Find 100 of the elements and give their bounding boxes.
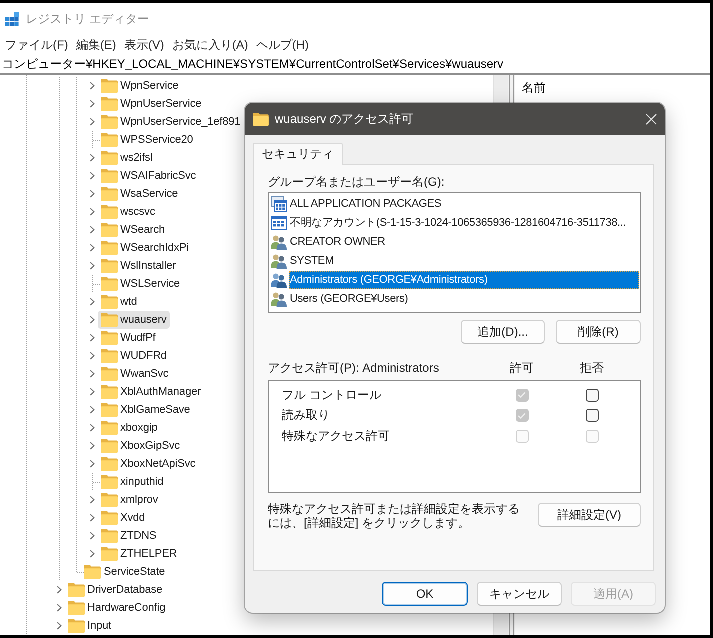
chevron-icon[interactable] [90,334,95,342]
chevron-icon[interactable] [90,154,95,162]
folder-icon [100,79,118,93]
tree-item[interactable]: WpnUserService [98,95,205,113]
tab[interactable]: セキュリティ [253,143,343,165]
list-action-button[interactable]: 削除(R) [556,320,641,344]
chevron-icon[interactable] [90,388,95,396]
checkbox[interactable] [586,388,598,402]
chevron-icon[interactable] [90,370,95,378]
users-icon [271,252,287,268]
chevron-icon[interactable] [90,226,95,234]
folder-icon [100,223,118,237]
dialog-button[interactable]: OK [382,582,468,606]
folder-icon [253,112,269,126]
tree-item[interactable]: ws2ifsl [98,149,156,167]
window-title: レジストリ エディター [26,10,150,28]
menu-item[interactable]: お気に入り(A) [172,35,248,55]
chevron-icon[interactable] [90,514,95,522]
list-item[interactable]: CREATOR OWNER [289,232,639,250]
tree-item[interactable]: ZTHELPER [98,545,180,563]
folder-icon [100,475,118,489]
permission-name: フル コントロール [282,386,382,404]
chevron-icon[interactable] [90,244,95,252]
tree-item[interactable]: wscsvc [98,203,158,221]
folder-icon [100,97,118,111]
permissions-label: アクセス許可(P): Administrators [268,361,440,375]
chevron-icon[interactable] [90,82,95,90]
chevron-icon[interactable] [90,208,95,216]
menu-item[interactable]: ヘルプ(H) [256,35,309,55]
tree-item[interactable]: XboxNetApiSvc [98,455,199,473]
chevron-icon[interactable] [56,622,62,630]
tree-item[interactable]: WSearch [98,221,168,239]
tree-item[interactable]: WpnUserService_1ef891 [98,113,244,131]
list-item[interactable]: 不明なアカウント(S-1-15-3-1024-1065365936-1281604716-3511738... [289,214,639,232]
close-icon [646,114,656,124]
chevron-icon[interactable] [90,100,95,108]
list-item[interactable]: Users (GEORGE¥Users) [289,290,639,308]
folder-icon [100,421,118,435]
chevron-icon[interactable] [90,190,95,198]
tree-item[interactable]: XblGameSave [98,401,194,419]
user-list[interactable]: ALL APPLICATION PACKAGES 不明なアカウント(S-1-15-3-1024-1065365936-1281604716-3511738... CREATOR OWNER SYSTEM Administrators (GEORGE¥Administrators) Users (GEORGE¥Users) [268,192,641,313]
tree-item[interactable]: XboxGipSvc [98,437,184,455]
tree-item[interactable]: WsaService [98,185,182,203]
tree-item[interactable]: ServiceState [81,563,168,581]
chevron-icon[interactable] [90,298,95,306]
chevron-icon[interactable] [56,586,62,594]
tree-item[interactable]: WSAIFabricSvc [98,167,200,185]
folder-icon [100,133,118,147]
chevron-icon[interactable] [56,604,62,612]
chevron-icon[interactable] [90,316,95,324]
chevron-icon[interactable] [90,442,95,450]
tree-item[interactable]: XblAuthManager [98,383,204,401]
advanced-button[interactable]: 詳細設定(V) [538,503,641,527]
chevron-icon[interactable] [90,550,95,558]
tree-item[interactable]: WudfPf [98,329,159,347]
menu-item[interactable]: 表示(V) [124,35,164,55]
tree-item[interactable]: WpnService [98,77,182,95]
tree-item[interactable]: DriverDatabase [64,581,166,599]
tree-item[interactable]: wuauserv [98,311,170,329]
dialog-button[interactable]: キャンセル [477,582,562,606]
chevron-icon[interactable] [90,424,95,432]
chevron-icon[interactable] [90,172,95,180]
tree-item[interactable]: HardwareConfig [64,599,169,617]
hint-text: 特殊なアクセス許可または詳細設定を表示するには、[詳細設定] をクリックします。 [268,503,521,530]
tree-item[interactable]: WSearchIdxPi [98,239,192,257]
folder-icon [100,205,118,219]
checkbox[interactable] [586,409,598,422]
folder-icon [100,403,118,417]
folder-icon [100,313,118,327]
folder-icon [100,349,118,363]
menu-item[interactable]: ファイル(F) [5,35,68,55]
tree-item[interactable]: wtd [98,293,140,311]
folder-icon [100,187,118,201]
permission-list[interactable]: フル コントロール 読み取り 特殊なアクセス許可 [268,380,641,493]
tree-item[interactable]: xinputhid [98,473,167,491]
list-item[interactable]: SYSTEM [289,252,639,270]
permission-name: 読み取り [282,407,330,424]
folder-icon [100,457,118,471]
tree-item[interactable]: xboxgip [98,419,161,437]
chevron-icon[interactable] [90,496,95,504]
tree-item[interactable]: Input [64,617,114,635]
tree-item[interactable]: ZTDNS [98,527,160,545]
chevron-icon[interactable] [90,532,95,540]
chevron-icon[interactable] [90,118,95,126]
tree-item[interactable]: WPSService20 [98,131,196,149]
column-header[interactable]: 名前 [522,80,546,96]
list-item[interactable]: Administrators (GEORGE¥Administrators) [289,270,639,288]
tree-item[interactable]: WwanSvc [98,365,172,383]
tree-item[interactable]: Xvdd [98,509,148,527]
list-action-button[interactable]: 追加(D)... [461,320,545,344]
tree-item[interactable]: WslInstaller [98,257,180,275]
list-item[interactable]: ALL APPLICATION PACKAGES [289,194,639,212]
menu-item[interactable]: 編集(E) [76,35,116,55]
chevron-icon[interactable] [90,262,95,270]
chevron-icon[interactable] [90,460,95,468]
tree-item[interactable]: WUDFRd [98,347,170,365]
tree-item[interactable]: WSLService [98,275,184,293]
tree-item[interactable]: xmlprov [98,491,162,509]
chevron-icon[interactable] [90,406,95,414]
chevron-icon[interactable] [90,352,95,360]
